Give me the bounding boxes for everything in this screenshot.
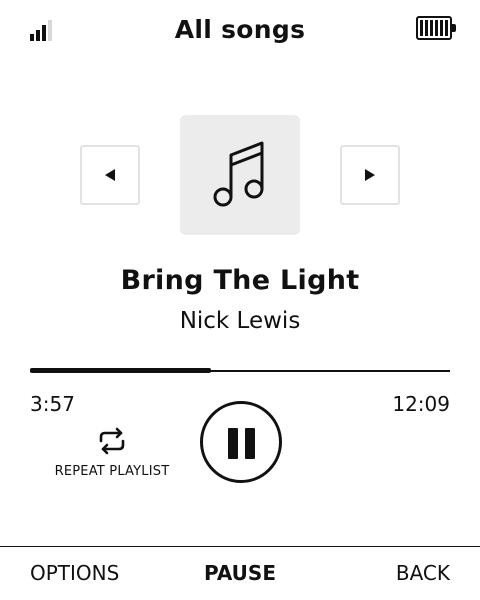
triangle-left-icon <box>105 169 115 181</box>
music-note-icon <box>213 141 264 207</box>
pause-button[interactable] <box>200 401 282 483</box>
back-softkey[interactable]: BACK <box>396 561 450 585</box>
progress-bar[interactable] <box>30 368 450 373</box>
repeat-icon <box>99 427 125 455</box>
total-time: 12:09 <box>392 392 450 416</box>
repeat-playlist-label: REPEAT PLAYLIST <box>54 464 170 479</box>
progress-fill <box>30 368 211 373</box>
music-player-screen: All songs Bring The Light Nick Lewis 3:5… <box>0 0 480 600</box>
previous-track-button[interactable] <box>80 145 140 205</box>
page-title: All songs <box>174 15 306 44</box>
next-track-button[interactable] <box>340 145 400 205</box>
elapsed-time: 3:57 <box>30 392 75 416</box>
softkey-bar: OPTIONS PAUSE BACK <box>0 546 480 600</box>
song-title: Bring The Light <box>120 265 360 296</box>
repeat-playlist-button[interactable]: REPEAT PLAYLIST <box>40 426 184 479</box>
album-artwork <box>180 115 300 235</box>
triangle-right-icon <box>365 169 375 181</box>
battery-full-icon <box>416 16 456 40</box>
artist-name: Nick Lewis <box>179 308 301 334</box>
